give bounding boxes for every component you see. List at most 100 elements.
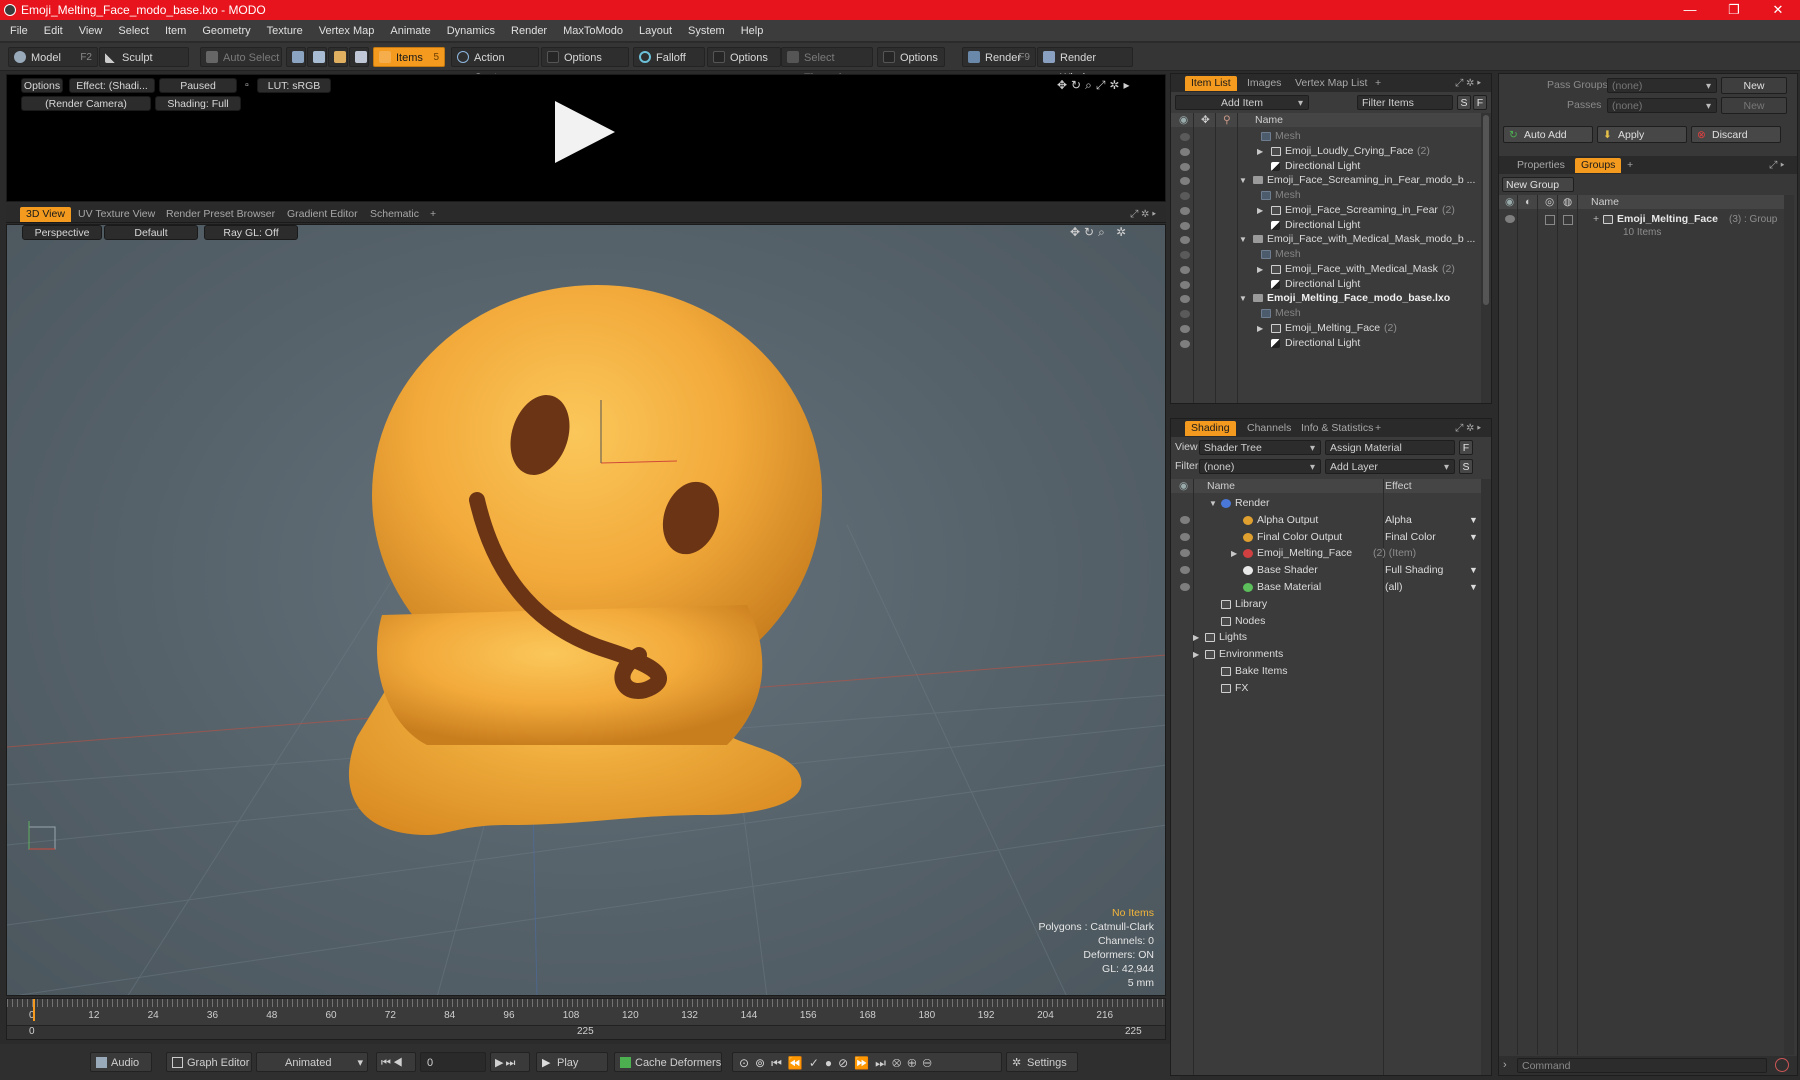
tab-channels[interactable]: Channels <box>1241 421 1297 436</box>
add-item-dropdown[interactable]: Add Item <box>1175 95 1309 110</box>
item-list-scrollbar[interactable] <box>1481 113 1491 403</box>
shading-scrollbar[interactable] <box>1481 479 1491 1075</box>
shader-tree-row[interactable]: ▶ Emoji_Melting_Face (2) (Item) <box>1171 545 1491 562</box>
menu-item[interactable]: Item <box>156 20 193 42</box>
menu-layout[interactable]: Layout <box>630 20 679 42</box>
rewind-buttons[interactable]: ⏮◀ <box>376 1052 416 1072</box>
visibility-eye-icon[interactable] <box>1180 221 1190 230</box>
item-list-row[interactable]: Directional Light <box>1171 277 1491 292</box>
shader-tree-row[interactable]: ▼ Render <box>1171 495 1491 512</box>
new-group-button[interactable]: New Group <box>1502 177 1574 192</box>
tab-shading[interactable]: Shading <box>1185 421 1236 436</box>
expand-arrow-icon[interactable]: ▶ <box>1257 203 1263 218</box>
visibility-eye-icon[interactable] <box>1180 583 1190 591</box>
raygl-dropdown[interactable]: Ray GL: Off <box>204 225 298 240</box>
filter-items-input[interactable]: Filter Items <box>1357 95 1453 110</box>
pass-groups-dropdown[interactable]: (none) <box>1607 78 1717 93</box>
new-pass-button[interactable]: New <box>1721 97 1787 114</box>
tab-item-list[interactable]: Item List <box>1185 76 1237 91</box>
panel-expand-icon[interactable]: ⤢✲▸ <box>1449 421 1490 436</box>
sculpt-mode-button[interactable]: Sculpt <box>99 47 189 67</box>
melting-face-mesh[interactable] <box>348 285 822 835</box>
add-layer-dropdown[interactable]: Add Layer <box>1325 459 1455 474</box>
item-list-row[interactable]: Directional Light <box>1171 159 1491 174</box>
select-through-options-button[interactable]: Options <box>877 47 945 67</box>
menu-geometry[interactable]: Geometry <box>193 20 257 42</box>
item-list-row[interactable]: Mesh <box>1171 188 1491 203</box>
3d-viewport[interactable] <box>6 224 1166 996</box>
expand-icon[interactable]: + <box>1593 211 1599 228</box>
item-list-row[interactable]: ▼ Emoji_Face_with_Medical_Mask_modo_b ... <box>1171 232 1491 247</box>
item-list-row[interactable]: Directional Light <box>1171 336 1491 351</box>
collapse-arrow-icon[interactable]: ▼ <box>1239 291 1247 306</box>
visibility-eye-icon[interactable] <box>1180 206 1190 215</box>
tab-groups[interactable]: Groups <box>1575 158 1622 173</box>
add-tab-button[interactable]: + <box>1621 158 1639 173</box>
shader-effect-value[interactable]: Final Color <box>1385 529 1436 546</box>
expand-arrow-icon[interactable]: ▶ <box>1257 144 1263 159</box>
visibility-eye-icon[interactable] <box>1180 280 1190 289</box>
visibility-eye-icon[interactable] <box>1180 236 1190 245</box>
item-list-row[interactable]: ▶ Emoji_Face_with_Medical_Mask (2) <box>1171 262 1491 277</box>
visibility-eye-icon[interactable] <box>1180 515 1190 524</box>
preview-lut-dropdown[interactable]: LUT: sRGB <box>257 78 331 93</box>
key-tool-buttons[interactable]: ⊙⊚⏮⏪✓●⊘⏩⏭⊗⊕⊖ <box>732 1052 1002 1072</box>
menu-file[interactable]: File <box>0 20 35 42</box>
menu-edit[interactable]: Edit <box>35 20 70 42</box>
visibility-eye-icon[interactable] <box>1180 177 1190 186</box>
settings-button[interactable]: ✲ Settings <box>1006 1052 1078 1072</box>
timeline[interactable]: 0 12 24 36 48 60 72 84 96 108 120 132 144 156 168 180 19… <box>6 998 1166 1040</box>
shader-tree-row[interactable]: Final Color Output Final Color ▼ <box>1171 529 1491 546</box>
expand-arrow-icon[interactable]: ▶ <box>1193 629 1199 646</box>
shader-tree-row[interactable]: Base Shader Full Shading ▼ <box>1171 562 1491 579</box>
shader-filter-dropdown[interactable]: (none) <box>1199 459 1321 474</box>
preview-camera-dropdown[interactable]: (Render Camera) <box>21 96 151 111</box>
shader-tree-row[interactable]: Nodes <box>1171 613 1491 630</box>
menu-texture[interactable]: Texture <box>258 20 310 42</box>
shader-effect-value[interactable]: (all) <box>1385 579 1403 596</box>
item-list-row[interactable]: ▶ Emoji_Melting_Face (2) <box>1171 321 1491 336</box>
expand-arrow-icon[interactable]: ▶ <box>1193 646 1199 663</box>
tab-images[interactable]: Images <box>1241 76 1287 91</box>
range-bar[interactable]: 0 225 225 <box>7 1025 1165 1039</box>
visibility-eye-icon[interactable] <box>1180 295 1190 304</box>
tab-gradient-editor[interactable]: Gradient Editor <box>281 207 364 222</box>
shader-tree-row[interactable]: ▶ Environments <box>1171 646 1491 663</box>
discard-button[interactable]: ⊗ Discard <box>1691 126 1781 143</box>
render-window-button[interactable]: Render Window <box>1037 47 1133 84</box>
group-row[interactable]: + Emoji_Melting_Face (3) : Group 10 Item… <box>1499 211 1797 241</box>
preview-shading-dropdown[interactable]: Shading: Full <box>155 96 241 111</box>
shader-tree-row[interactable]: Library <box>1171 596 1491 613</box>
visibility-eye-icon[interactable] <box>1180 324 1190 333</box>
item-list-row[interactable]: ▶ Emoji_Loudly_Crying_Face (2) <box>1171 144 1491 159</box>
item-list-row[interactable]: Mesh <box>1171 306 1491 321</box>
menu-system[interactable]: System <box>679 20 732 42</box>
groups-scrollbar[interactable] <box>1784 195 1794 1055</box>
model-mode-button[interactable]: Model F2 <box>8 47 98 67</box>
tab-properties[interactable]: Properties <box>1511 158 1571 173</box>
assign-material-button[interactable]: Assign Material <box>1325 440 1455 455</box>
item-list-row[interactable]: Mesh <box>1171 129 1491 144</box>
apply-button[interactable]: ⬇ Apply <box>1597 126 1687 143</box>
play-button[interactable]: ▶ Play <box>536 1052 608 1072</box>
tab-vertex-map-list[interactable]: Vertex Map List <box>1289 76 1373 91</box>
menu-select[interactable]: Select <box>109 20 156 42</box>
visibility-eye-icon[interactable] <box>1180 566 1190 575</box>
menu-maxtomodo[interactable]: MaxToModo <box>554 20 630 42</box>
auto-add-button[interactable]: ↻ Auto Add <box>1503 126 1593 143</box>
expand-arrow-icon[interactable]: ▶ <box>1231 545 1237 562</box>
viewport-expand-icon[interactable]: ⤢✲▸ <box>1124 207 1165 222</box>
visibility-eye-icon[interactable] <box>1180 265 1190 274</box>
menu-view[interactable]: View <box>70 20 110 42</box>
visibility-eye-icon[interactable] <box>1180 310 1190 318</box>
item-list-row[interactable]: Mesh <box>1171 247 1491 262</box>
render-button[interactable]: Render F9 <box>962 47 1036 67</box>
polygons-mode-button[interactable] <box>328 47 348 67</box>
minimize-button[interactable]: — <box>1670 0 1710 20</box>
chevron-down-icon[interactable]: ▼ <box>1469 562 1478 579</box>
action-center-options-button[interactable]: Options <box>541 47 629 67</box>
menu-animate[interactable]: Animate <box>381 20 437 42</box>
shader-tree-row[interactable]: Bake Items <box>1171 663 1491 680</box>
frame-input[interactable]: 0 <box>420 1052 486 1072</box>
collapse-arrow-icon[interactable]: ▼ <box>1239 232 1247 247</box>
